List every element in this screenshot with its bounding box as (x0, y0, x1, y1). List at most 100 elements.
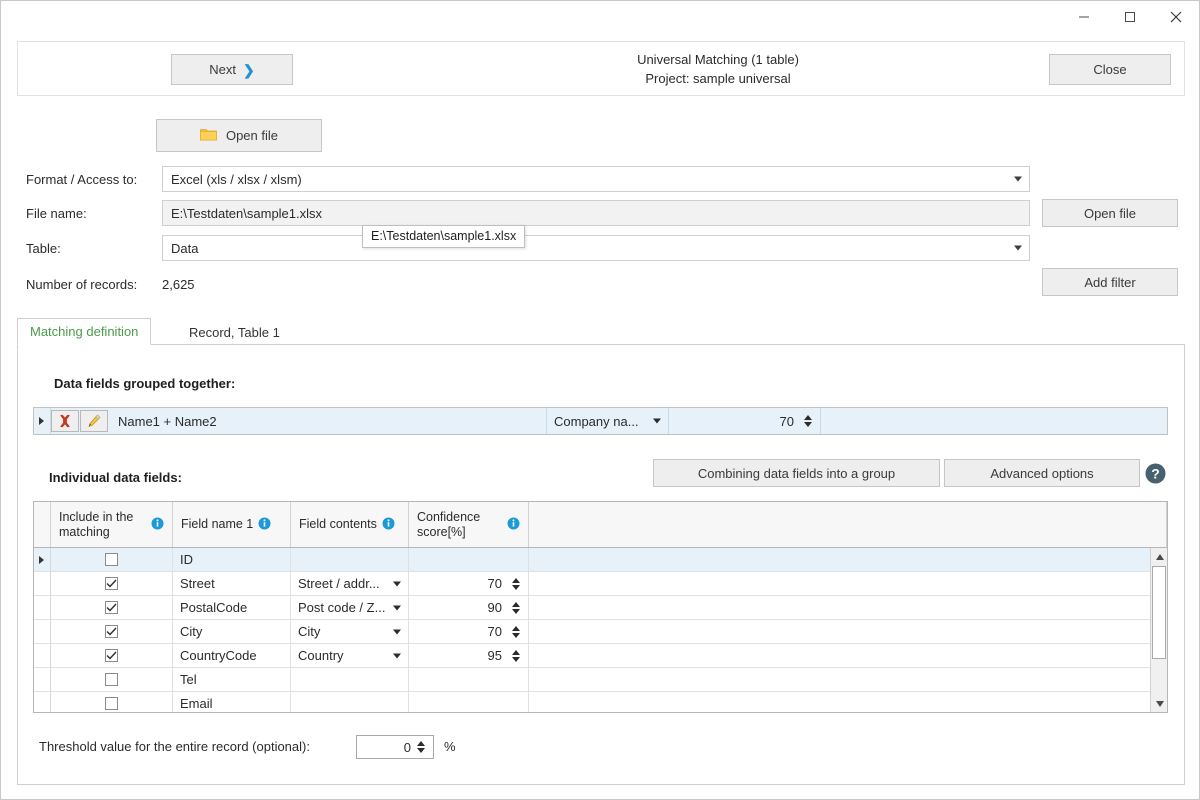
filename-label: File name: (26, 206, 87, 221)
records-label: Number of records: (26, 277, 137, 292)
format-select[interactable]: Excel (xls / xlsx / xlsm) (162, 166, 1030, 192)
include-checkbox[interactable] (105, 649, 118, 662)
format-label: Format / Access to: (26, 172, 137, 187)
table-row[interactable]: Email (34, 692, 1167, 713)
field-name-cell[interactable]: Street (173, 572, 291, 595)
confidence-score-cell[interactable]: 70 (409, 620, 529, 643)
field-name-cell[interactable]: Email (173, 692, 291, 713)
include-checkbox-cell[interactable] (51, 692, 173, 713)
field-name-cell[interactable]: City (173, 620, 291, 643)
include-checkbox-cell[interactable] (51, 572, 173, 595)
table-row[interactable]: CountryCode Country 95 (34, 644, 1167, 668)
combine-fields-button[interactable]: Combining data fields into a group (653, 459, 940, 487)
grid-header-confidence[interactable]: Confidence score[%] (409, 502, 529, 547)
grid-header-include[interactable]: Include in the matching (51, 502, 173, 547)
info-icon[interactable] (258, 517, 271, 533)
table-select[interactable]: Data (162, 235, 1030, 261)
chevron-down-icon[interactable] (393, 629, 401, 634)
table-row[interactable]: Tel (34, 668, 1167, 692)
spinner-icon[interactable] (512, 650, 520, 662)
table-row[interactable]: ID (34, 548, 1167, 572)
info-icon[interactable] (382, 517, 395, 533)
include-checkbox-cell[interactable] (51, 548, 173, 571)
next-button[interactable]: Next ❯ (171, 54, 293, 85)
include-checkbox-cell[interactable] (51, 620, 173, 643)
include-checkbox-cell[interactable] (51, 644, 173, 667)
row-indicator-cell (34, 620, 51, 643)
confidence-score-cell[interactable] (409, 692, 529, 713)
table-row[interactable]: PostalCodePost code / Z...90 (34, 596, 1167, 620)
scrollbar-thumb[interactable] (1152, 566, 1166, 659)
field-contents-cell[interactable] (291, 668, 409, 691)
field-name-cell[interactable]: Tel (173, 668, 291, 691)
confidence-score-cell[interactable]: 95 (409, 644, 529, 667)
chevron-down-icon[interactable] (393, 581, 401, 586)
field-contents-cell[interactable]: Street / addr... (291, 572, 409, 595)
row-filler-cell (529, 596, 1167, 619)
grid-body: IDStreetStreet / addr...70PostalCodePost… (34, 548, 1167, 713)
help-question-icon[interactable]: ? (1145, 463, 1166, 484)
include-checkbox[interactable] (105, 625, 118, 638)
include-checkbox[interactable] (105, 553, 118, 566)
field-name-cell[interactable]: CountryCode (173, 644, 291, 667)
field-contents-cell[interactable] (291, 548, 409, 571)
open-file-button-right[interactable]: Open file (1042, 199, 1178, 227)
open-file-button-top[interactable]: Open file (156, 119, 322, 152)
include-checkbox-cell[interactable] (51, 668, 173, 691)
chevron-down-icon[interactable] (393, 605, 401, 610)
field-contents-cell[interactable]: Post code / Z... (291, 596, 409, 619)
row-filler-cell (529, 620, 1167, 643)
include-checkbox[interactable] (105, 697, 118, 710)
spinner-icon[interactable] (512, 578, 520, 590)
table-row[interactable]: StreetStreet / addr...70 (34, 572, 1167, 596)
scroll-down-arrow-icon[interactable] (1151, 695, 1168, 712)
field-contents-cell[interactable]: Country (291, 644, 409, 667)
edit-group-button[interactable] (80, 410, 108, 432)
field-contents-value: Country (298, 648, 344, 663)
field-contents-cell[interactable]: City (291, 620, 409, 643)
delete-group-button[interactable] (51, 410, 79, 432)
group-row-score[interactable]: 70 (668, 408, 820, 434)
close-window-button[interactable] (1153, 1, 1199, 32)
include-checkbox-cell[interactable] (51, 596, 173, 619)
confidence-score-cell[interactable] (409, 668, 529, 691)
info-icon[interactable] (507, 517, 520, 533)
field-name-cell[interactable]: PostalCode (173, 596, 291, 619)
tab-matching-definition[interactable]: Matching definition (17, 318, 151, 345)
threshold-value: 0 (404, 740, 411, 755)
filename-input[interactable]: E:\Testdaten\sample1.xlsx (162, 200, 1030, 226)
info-icon[interactable] (151, 517, 164, 533)
folder-icon (200, 127, 217, 144)
include-checkbox[interactable] (105, 601, 118, 614)
chevron-right-icon: ❯ (243, 63, 255, 77)
field-contents-cell[interactable] (291, 692, 409, 713)
chevron-down-icon[interactable] (393, 653, 401, 658)
field-contents-value: City (298, 624, 320, 639)
maximize-button[interactable] (1107, 1, 1153, 32)
grid-header-field-name[interactable]: Field name 1 (173, 502, 291, 547)
grid-header-field-contents[interactable]: Field contents (291, 502, 409, 547)
add-filter-button[interactable]: Add filter (1042, 268, 1178, 296)
spinner-icon[interactable] (512, 626, 520, 638)
minimize-button[interactable] (1061, 1, 1107, 32)
group-row-name[interactable]: Name1 + Name2 (108, 408, 546, 434)
spinner-icon[interactable] (804, 415, 812, 427)
scroll-up-arrow-icon[interactable] (1151, 548, 1168, 565)
group-row-score-value: 70 (780, 414, 794, 429)
grid-vertical-scrollbar[interactable] (1150, 548, 1167, 712)
chevron-down-icon (1014, 246, 1022, 251)
confidence-score-cell[interactable]: 70 (409, 572, 529, 595)
include-checkbox[interactable] (105, 577, 118, 590)
group-row-contents[interactable]: Company na... (546, 408, 668, 434)
field-name-cell[interactable]: ID (173, 548, 291, 571)
tab-record-table-1[interactable]: Record, Table 1 (177, 319, 292, 345)
threshold-input[interactable]: 0 (356, 735, 434, 759)
close-button[interactable]: Close (1049, 54, 1171, 85)
table-row[interactable]: City City 70 (34, 620, 1167, 644)
spinner-icon[interactable] (512, 602, 520, 614)
confidence-score-cell[interactable]: 90 (409, 596, 529, 619)
spinner-icon[interactable] (417, 741, 425, 753)
include-checkbox[interactable] (105, 673, 118, 686)
advanced-options-button[interactable]: Advanced options (944, 459, 1140, 487)
confidence-score-cell[interactable] (409, 548, 529, 571)
